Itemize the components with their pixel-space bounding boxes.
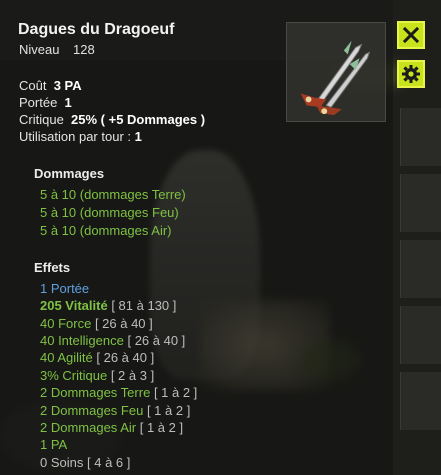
- close-button[interactable]: [397, 21, 425, 49]
- effect-range: [ 1 à 2 ]: [153, 385, 198, 400]
- equipment-slot[interactable]: [400, 306, 441, 364]
- effect-text: 1 Portée: [40, 281, 90, 296]
- effect-line: 2 Dommages Air [ 1 à 2 ]: [40, 420, 183, 435]
- dragon-dagger-icon: [286, 22, 386, 122]
- uses-value: 1: [134, 129, 142, 144]
- effect-text: 2 Dommages Feu: [40, 403, 144, 418]
- level-value: 128: [73, 42, 95, 57]
- effect-text: 0 Soins: [40, 455, 84, 470]
- range-stat: Portée 1: [19, 95, 72, 110]
- damage-line: 5 à 10 (dommages Air): [40, 223, 172, 238]
- effect-line: 40 Agilité [ 26 à 40 ]: [40, 350, 154, 365]
- gear-icon: [402, 65, 420, 83]
- effects-title: Effets: [34, 260, 71, 275]
- effect-line: 3% Critique [ 2 à 3 ]: [40, 368, 154, 383]
- equipment-slot[interactable]: [400, 174, 441, 232]
- effect-text: 2 Dommages Terre: [40, 385, 151, 400]
- close-icon: [402, 26, 420, 44]
- cost-label: Coût: [19, 78, 47, 93]
- effect-range: [ 81 à 130 ]: [111, 298, 177, 313]
- effect-line: 40 Intelligence [ 26 à 40 ]: [40, 333, 185, 348]
- settings-button[interactable]: [397, 60, 425, 88]
- critical-value: 25% ( +5 Dommages ): [71, 112, 206, 127]
- effect-text: 40 Agilité: [40, 350, 93, 365]
- effect-line: 40 Force [ 26 à 40 ]: [40, 316, 153, 331]
- effect-text: 2 Dommages Air: [40, 420, 137, 435]
- item-name: Dagues du Dragoeuf: [18, 21, 175, 38]
- level-label: Niveau: [19, 42, 60, 57]
- uses-label: Utilisation par tour :: [19, 129, 131, 144]
- cost-stat: Coût 3 PA: [19, 78, 82, 93]
- damage-line: 5 à 10 (dommages Terre): [40, 187, 186, 202]
- effect-text: 3% Critique: [40, 368, 108, 383]
- effect-text: 1 PA: [40, 437, 68, 452]
- effect-range: [ 26 à 40 ]: [96, 350, 155, 365]
- effect-line: 2 Dommages Terre [ 1 à 2 ]: [40, 385, 197, 400]
- range-label: Portée: [19, 95, 58, 110]
- effect-line: 205 Vitalité [ 81 à 130 ]: [40, 298, 176, 313]
- effect-line: 2 Dommages Feu [ 1 à 2 ]: [40, 403, 190, 418]
- effect-line: 1 PA: [40, 437, 67, 452]
- damages-title: Dommages: [34, 166, 105, 181]
- critical-stat: Critique 25% ( +5 Dommages ): [19, 112, 205, 127]
- equipment-slot[interactable]: [400, 372, 441, 430]
- effect-range: [ 2 à 3 ]: [110, 368, 155, 383]
- effect-text: 40 Force: [40, 316, 92, 331]
- equipment-slot[interactable]: [400, 108, 441, 166]
- effect-range: [ 1 à 2 ]: [139, 420, 184, 435]
- effect-text: 205 Vitalité: [40, 298, 108, 313]
- range-value: 1: [64, 95, 72, 110]
- damage-line: 5 à 10 (dommages Feu): [40, 205, 179, 220]
- equipment-slots: [400, 108, 441, 438]
- cost-value: 3 PA: [53, 78, 82, 93]
- effect-line: 0 Soins [ 4 à 6 ]: [40, 455, 130, 470]
- item-tooltip-panel: Dagues du Dragoeuf Niveau 128 Coût 3 PA …: [0, 0, 393, 475]
- equipment-slot[interactable]: [400, 240, 441, 298]
- uses-per-turn-stat: Utilisation par tour : 1: [19, 129, 142, 144]
- effect-range: [ 4 à 6 ]: [87, 455, 131, 470]
- effect-range: [ 26 à 40 ]: [94, 316, 153, 331]
- critical-label: Critique: [19, 112, 64, 127]
- effect-range: [ 1 à 2 ]: [146, 403, 191, 418]
- effect-line: 1 Portée: [40, 281, 89, 296]
- effect-range: [ 26 à 40 ]: [127, 333, 186, 348]
- effect-text: 40 Intelligence: [40, 333, 124, 348]
